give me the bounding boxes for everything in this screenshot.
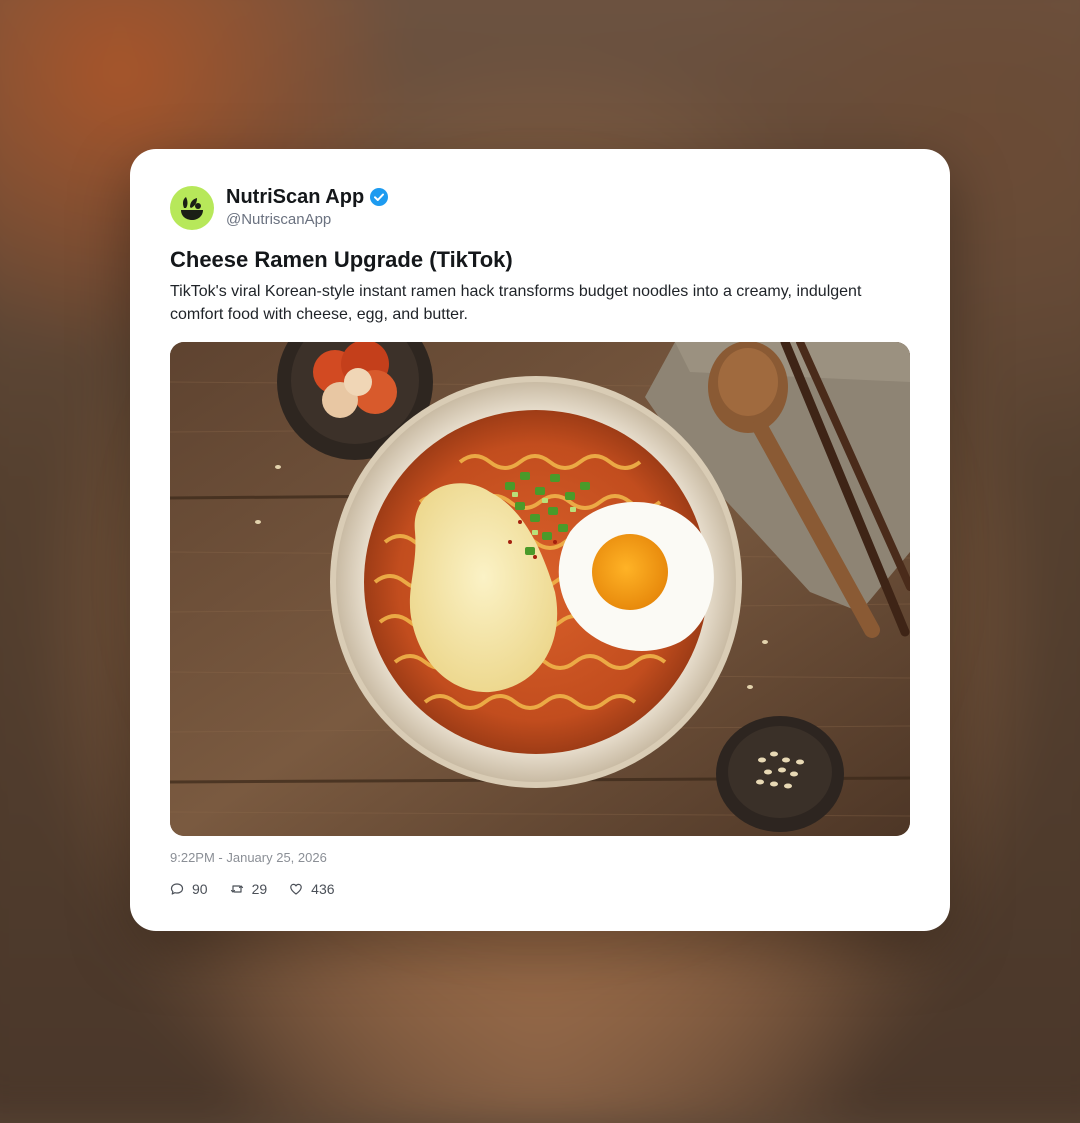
reply-count: 90 [192, 881, 208, 897]
nutriscan-logo-icon [181, 196, 203, 220]
author-name[interactable]: NutriScan App [226, 185, 364, 209]
ramen-photo [170, 342, 910, 836]
like-button[interactable]: 436 [289, 880, 335, 898]
repost-count: 29 [251, 881, 268, 897]
post-header: NutriScan App @NutriscanApp [170, 185, 389, 230]
post-body: TikTok's viral Korean-style instant rame… [170, 283, 862, 323]
repost-button[interactable]: 29 [230, 880, 268, 898]
name-row: NutriScan App [226, 185, 389, 209]
verified-badge-icon [370, 188, 389, 206]
reply-button[interactable]: 90 [170, 880, 208, 898]
avatar[interactable] [170, 185, 214, 230]
heart-icon [290, 883, 302, 895]
author-handle[interactable]: @NutriscanApp [226, 210, 388, 230]
author-info: NutriScan App @NutriscanApp [226, 185, 389, 230]
like-count: 436 [311, 881, 335, 897]
post-card: NutriScan App @NutriscanApp Cheese Ramen… [130, 149, 950, 931]
post-title: Cheese Ramen Upgrade (TikTok) [170, 247, 513, 272]
repost-icon [230, 885, 243, 893]
engagement-bar: 90 29 436 [170, 880, 357, 898]
post-image[interactable] [170, 342, 910, 836]
post-timestamp: 9:22PM - January 25, 2026 [170, 850, 327, 865]
comment-icon [170, 883, 184, 895]
